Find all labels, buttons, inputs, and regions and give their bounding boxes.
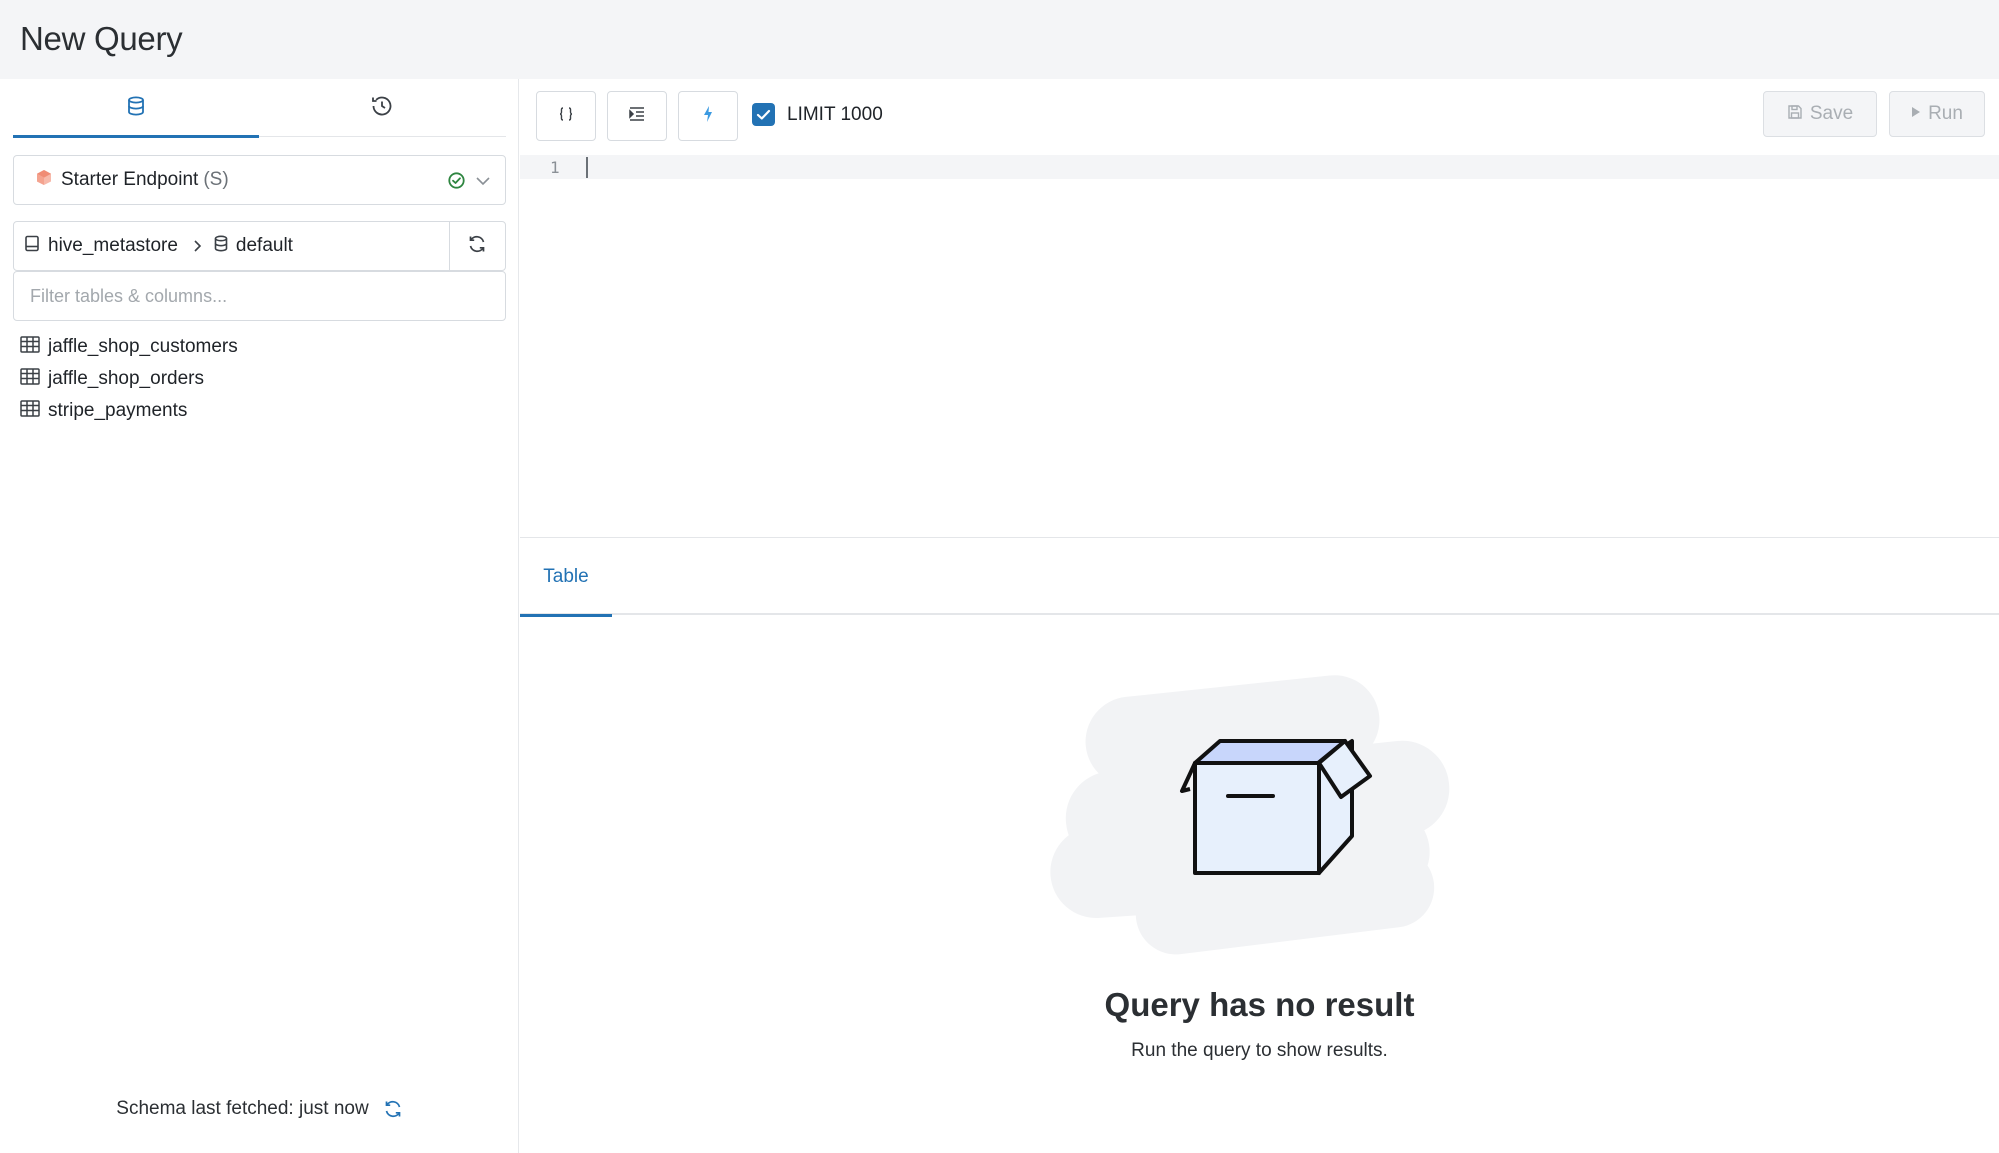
table-list: jaffle_shop_customers jaffle_shop_orders…	[20, 331, 238, 427]
schema-sidebar: Starter Endpoint (S) hive_metastore defa…	[0, 79, 519, 1153]
endpoint-size: (S)	[203, 169, 229, 190]
table-name: jaffle_shop_customers	[48, 336, 238, 357]
empty-box-illustration	[1050, 671, 1470, 966]
indent-button[interactable]	[607, 91, 667, 141]
autocomplete-button[interactable]	[678, 91, 738, 141]
catalog-name: hive_metastore	[48, 235, 178, 256]
empty-results: Query has no result Run the query to sho…	[520, 616, 1999, 1153]
tab-table[interactable]: Table	[520, 539, 612, 617]
chevron-right-icon	[192, 239, 202, 253]
braces-icon	[558, 106, 574, 127]
editor-active-line: 1	[520, 155, 1999, 179]
text-caret	[586, 157, 588, 178]
limit-checkbox[interactable]: LIMIT 1000	[752, 103, 883, 126]
table-icon	[20, 400, 40, 422]
tab-schema-browser[interactable]	[13, 79, 259, 138]
line-number: 1	[550, 158, 560, 177]
limit-label: LIMIT 1000	[787, 103, 883, 125]
format-query-button[interactable]	[536, 91, 596, 141]
refresh-schema-button[interactable]	[449, 222, 505, 270]
endpoint-name: Starter Endpoint	[61, 169, 199, 190]
save-label: Save	[1809, 103, 1854, 124]
sidebar-tabs	[13, 79, 506, 138]
checkbox-checked-icon	[752, 103, 775, 126]
schema-name: default	[235, 235, 293, 256]
catalog-icon	[24, 235, 40, 257]
empty-title: Query has no result	[1104, 986, 1415, 1023]
refresh-icon[interactable]	[383, 1099, 403, 1119]
refresh-icon	[467, 234, 487, 259]
history-icon	[370, 94, 394, 123]
schema-status-footer: Schema last fetched: just now	[0, 1089, 519, 1129]
chevron-down-icon	[475, 174, 491, 192]
table-icon	[20, 368, 40, 390]
table-name: stripe_payments	[48, 400, 188, 421]
catalog-schema-selector: hive_metastore default	[13, 221, 506, 271]
tab-query-history[interactable]	[259, 79, 505, 137]
database-icon	[127, 96, 145, 121]
list-item-table[interactable]: jaffle_shop_orders	[20, 363, 238, 395]
run-button[interactable]: Run	[1889, 91, 1985, 137]
filter-tables-input[interactable]	[13, 271, 506, 321]
save-button[interactable]: Save	[1763, 91, 1877, 137]
empty-subtitle: Run the query to show results.	[1131, 1040, 1388, 1061]
editor-toolbar: LIMIT 1000 Save Run	[520, 79, 1999, 155]
endpoint-select[interactable]: Starter Endpoint (S)	[13, 155, 506, 205]
status-check-icon	[448, 172, 465, 194]
play-icon	[1911, 105, 1921, 123]
page-header: New Query	[0, 0, 1999, 79]
list-item-table[interactable]: stripe_payments	[20, 395, 238, 427]
sql-editor[interactable]: 1	[520, 155, 1999, 538]
endpoint-icon	[36, 169, 52, 191]
schema-icon	[214, 235, 228, 257]
lightning-icon	[701, 105, 715, 128]
indent-icon	[628, 106, 646, 127]
list-item-table[interactable]: jaffle_shop_customers	[20, 331, 238, 363]
table-name: jaffle_shop_orders	[48, 368, 204, 389]
table-icon	[20, 336, 40, 358]
run-label: Run	[1928, 103, 1963, 124]
results-tabs: Table	[520, 539, 1999, 617]
page-title: New Query	[20, 20, 183, 57]
catalog-path-select[interactable]: hive_metastore default	[14, 222, 450, 270]
schema-fetched-text: Schema last fetched: just now	[116, 1098, 369, 1119]
save-icon	[1787, 104, 1803, 125]
